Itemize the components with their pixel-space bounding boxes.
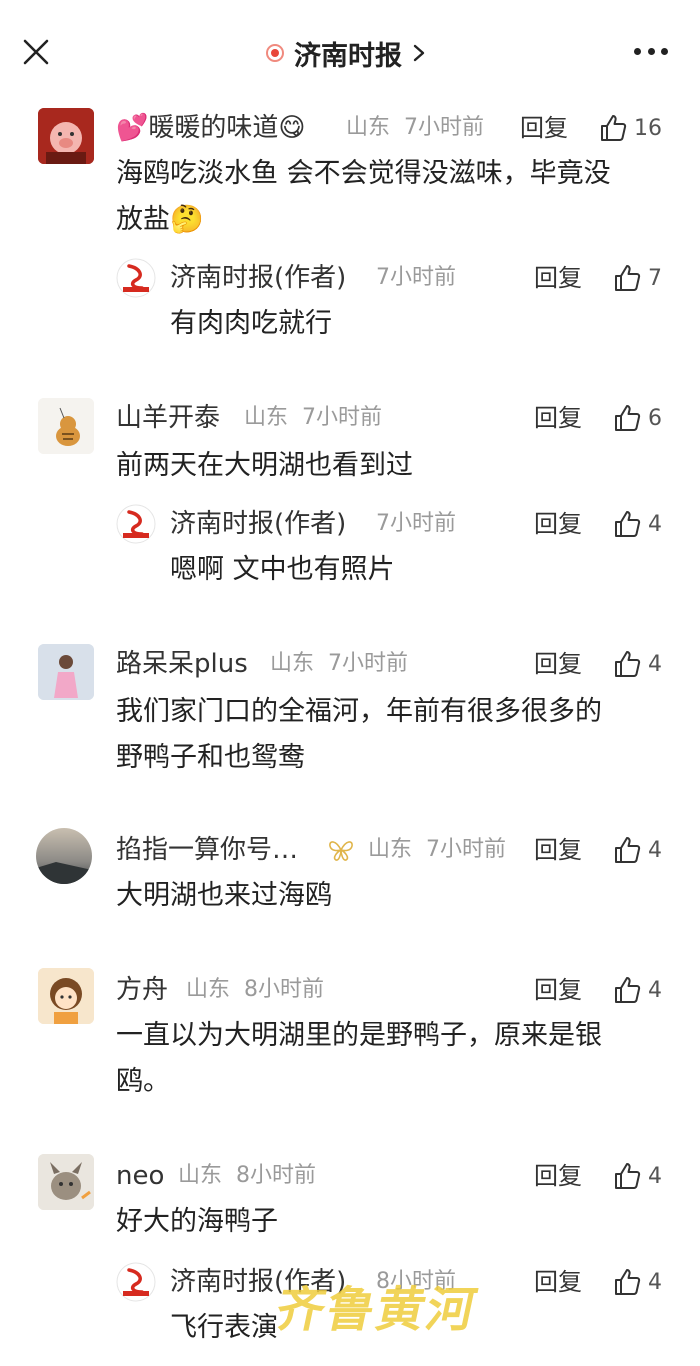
comment-meta: 山东 8小时前	[186, 977, 325, 1002]
comment-meta: 山东 7小时前	[346, 115, 485, 140]
comment-meta: 山东 8小时前	[178, 1163, 317, 1188]
like-button[interactable]: 4	[612, 828, 662, 872]
comment-username[interactable]: 掐指一算你号…	[116, 828, 298, 872]
like-count: 6	[648, 405, 662, 431]
reply-text: 有肉肉吃就行	[170, 308, 332, 339]
like-button[interactable]: 4	[612, 1260, 662, 1304]
reply-username[interactable]: 济南时报(作者)	[170, 502, 346, 546]
like-button[interactable]: 4	[612, 968, 662, 1012]
thumbs-up-icon	[615, 837, 641, 863]
like-count: 4	[648, 651, 662, 677]
reply-text: 嗯啊 文中也有照片	[170, 554, 395, 585]
like-button[interactable]: 6	[612, 396, 662, 440]
reply-button[interactable]: 回复	[534, 642, 582, 686]
thumbs-up-icon	[615, 1269, 641, 1295]
like-count: 4	[648, 511, 662, 537]
comment-meta: 山东 7小时前	[368, 837, 507, 862]
comment-text: 放盐🤔	[116, 204, 204, 235]
comment-username[interactable]: 路呆呆plus	[116, 642, 248, 686]
reply-button[interactable]: 回复	[534, 1260, 582, 1304]
more-options-icon[interactable]	[634, 44, 668, 58]
close-icon[interactable]	[22, 38, 50, 66]
like-button[interactable]: 4	[612, 502, 662, 546]
comment-text: 野鸭子和也鸳鸯	[116, 742, 305, 773]
comment-username[interactable]: 💕暖暖的味道😋	[116, 106, 306, 150]
thumbs-up-icon	[601, 115, 627, 141]
comment-username[interactable]: 山羊开泰	[116, 396, 220, 440]
reply-button[interactable]: 回复	[534, 1154, 582, 1198]
comment-meta: 山东 7小时前	[270, 651, 409, 676]
like-count: 4	[648, 1163, 662, 1189]
like-count: 4	[648, 1269, 662, 1295]
thumbs-up-icon	[615, 977, 641, 1003]
reply-button[interactable]: 回复	[534, 256, 582, 300]
live-dot-icon	[266, 44, 284, 62]
like-button[interactable]: 4	[612, 1154, 662, 1198]
comment-text: 鸥。	[116, 1066, 170, 1097]
like-button[interactable]: 16	[598, 106, 662, 150]
reply-time: 7小时前	[376, 511, 456, 536]
like-button[interactable]: 7	[612, 256, 662, 300]
chevron-right-icon	[413, 44, 425, 62]
like-count: 4	[648, 837, 662, 863]
reply-text: 飞行表演	[170, 1312, 278, 1343]
reply-button[interactable]: 回复	[534, 828, 582, 872]
account-title[interactable]: 济南时报	[266, 34, 426, 72]
comment-text: 前两天在大明湖也看到过	[116, 450, 413, 481]
thumbs-up-icon	[615, 511, 641, 537]
watermark-logo: 齐鲁黄河	[270, 1282, 483, 1338]
like-count: 7	[648, 265, 662, 291]
heart-emoji-icon: 💕	[116, 113, 149, 143]
reply-button[interactable]: 回复	[520, 106, 568, 150]
comment-text: 我们家门口的全福河，年前有很多很多的	[116, 696, 602, 727]
thumbs-up-icon	[615, 1163, 641, 1189]
comment-text: 大明湖也来过海鸥	[116, 880, 332, 911]
comment-username[interactable]: 方舟	[116, 968, 168, 1012]
reply-button[interactable]: 回复	[534, 502, 582, 546]
like-button[interactable]: 4	[612, 642, 662, 686]
comment-meta: 山东 7小时前	[244, 405, 383, 430]
reply-button[interactable]: 回复	[534, 396, 582, 440]
yum-emoji-icon: 😋	[278, 113, 306, 143]
comment-username[interactable]: neo	[116, 1154, 164, 1198]
like-count: 4	[648, 977, 662, 1003]
comment-text: 好大的海鸭子	[116, 1206, 278, 1237]
reply-time: 7小时前	[376, 265, 456, 290]
thumbs-up-icon	[615, 265, 641, 291]
like-count: 16	[634, 115, 662, 141]
comment-text: 一直以为大明湖里的是野鸭子，原来是银	[116, 1020, 602, 1051]
top-bar: 济南时报	[0, 0, 700, 100]
reply-button[interactable]: 回复	[534, 968, 582, 1012]
reply-username[interactable]: 济南时报(作者)	[170, 256, 346, 300]
thumbs-up-icon	[615, 405, 641, 431]
thumbs-up-icon	[615, 651, 641, 677]
comment-text: 海鸥吃淡水鱼 会不会觉得没滋味，毕竟没	[116, 158, 611, 189]
account-name: 济南时报	[294, 40, 402, 72]
butterfly-badge-icon	[329, 841, 353, 861]
